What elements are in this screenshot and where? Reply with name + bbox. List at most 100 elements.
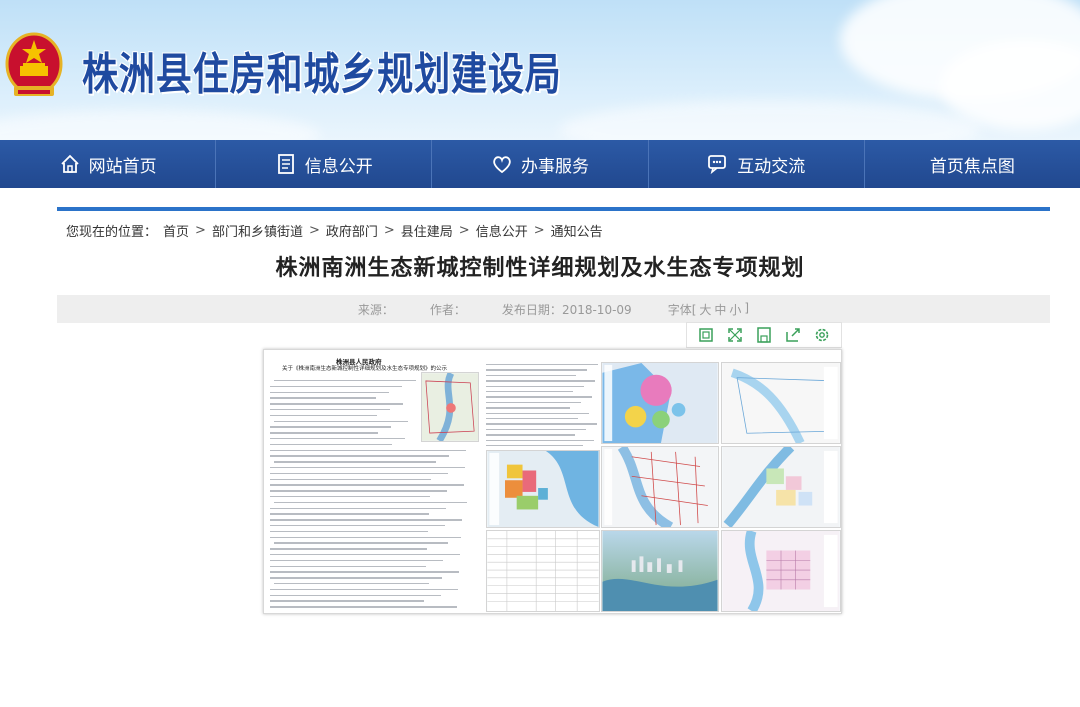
doc-text-line xyxy=(486,434,575,436)
doc-text-line xyxy=(270,588,458,591)
doc-text-line xyxy=(270,414,377,417)
doc-text-line xyxy=(270,432,378,434)
doc-text-line xyxy=(274,380,416,382)
breadcrumb-separator: > xyxy=(458,223,470,238)
nav-label: 互动交流 xyxy=(737,156,806,177)
doc-text-line xyxy=(486,412,589,414)
content-top-rule xyxy=(57,207,1050,211)
land-use-detail-panel xyxy=(486,450,600,528)
image-toolbar xyxy=(686,322,842,348)
nav-label: 首页焦点图 xyxy=(929,156,1015,177)
doc-text-line xyxy=(270,519,462,521)
doc-text-line xyxy=(270,513,429,515)
doc-text-line xyxy=(270,594,441,596)
land-use-map-panel xyxy=(601,362,719,444)
doc-text-line xyxy=(270,391,389,393)
breadcrumb-separator: > xyxy=(308,223,320,238)
save-icon[interactable] xyxy=(755,326,773,344)
doc-text-line xyxy=(270,455,449,457)
font-size-selector: 字体[ 大 中 小 ] xyxy=(668,301,749,318)
doc-text-line xyxy=(486,418,578,420)
font-size-label: 字体[ xyxy=(667,302,697,317)
breadcrumb-link[interactable]: 县住建局 xyxy=(401,221,453,240)
breadcrumb-prefix: 您现在的位置： xyxy=(66,225,158,240)
doc-text-line xyxy=(486,385,584,387)
doc-text-line xyxy=(270,530,428,533)
doc-text-line xyxy=(270,478,431,480)
doc-text-line xyxy=(270,525,445,527)
meta-date-value: 2018-10-09 xyxy=(561,302,632,317)
share-icon[interactable] xyxy=(784,326,802,344)
doc-text-line xyxy=(270,397,376,399)
breadcrumb-link[interactable]: 通知公告 xyxy=(551,221,603,240)
zoning-map-panel xyxy=(721,446,841,528)
doc-text-line xyxy=(270,438,405,440)
doc-text-line xyxy=(274,461,436,463)
district-map-panel xyxy=(721,362,841,444)
location-map-thumbnail xyxy=(421,372,479,442)
doc-text-line xyxy=(486,396,592,398)
doc-text-line xyxy=(274,542,448,544)
nav-item-info[interactable]: 信息公开 xyxy=(216,140,433,188)
home-icon xyxy=(60,154,79,173)
fullscreen-icon[interactable] xyxy=(726,326,744,344)
site-title[interactable]: 株洲县住房和城乡规划建设局 xyxy=(82,38,562,102)
doc-header-line2: 关于《株洲南洲生态新城控制性详细规划及水生态专项规划》的公示 xyxy=(282,366,448,372)
nav-item-home[interactable]: 网站首页 xyxy=(0,140,217,188)
doc-text-line xyxy=(486,401,581,404)
doc-text-line xyxy=(270,409,390,411)
doc-text-line xyxy=(270,385,402,388)
doc-text-line xyxy=(270,467,465,469)
article-meta-bar: 来源： 作者： 发布日期：2018-10-09 字体[ 大 中 小 ] xyxy=(57,295,1050,323)
main-nav: 网站首页 信息公开 办事服务 互动交流 首页焦点图 xyxy=(0,140,1080,188)
breadcrumb-link[interactable]: 首页 xyxy=(163,221,189,240)
meta-author: 作者： xyxy=(429,302,466,317)
cloud-decoration xyxy=(560,100,980,140)
fit-icon[interactable] xyxy=(697,326,715,344)
doc-text-line xyxy=(270,565,426,567)
national-emblem-logo[interactable] xyxy=(4,30,64,102)
font-size-close: ] xyxy=(744,300,750,315)
chat-icon xyxy=(708,155,727,175)
planning-notice-image[interactable]: 株洲县人民政府 关于《株洲南洲生态新城控制性详细规划及水生态专项规划》的公示 xyxy=(263,349,842,614)
heart-icon xyxy=(493,156,511,174)
nav-item-focus[interactable]: 首页焦点图 xyxy=(865,140,1080,188)
doc-text-line xyxy=(270,490,447,492)
doc-text-line xyxy=(274,501,467,504)
breadcrumb: 您现在的位置： 首页 > 部门和乡镇街道 > 政府部门 > 县住建局 > 信息公… xyxy=(66,221,603,240)
land-use-table-thumbnail xyxy=(486,530,600,612)
doc-text-line xyxy=(486,428,586,431)
doc-text-line xyxy=(270,606,457,608)
doc-text-line xyxy=(270,559,443,562)
doc-text-line xyxy=(270,536,461,538)
doc-text-line xyxy=(270,548,427,550)
doc-text-line xyxy=(274,420,408,422)
doc-text-line xyxy=(486,374,576,377)
font-size-medium[interactable]: 中 xyxy=(714,301,726,318)
meta-date-label: 发布日期： xyxy=(501,302,562,317)
nav-item-services[interactable]: 办事服务 xyxy=(432,140,649,188)
doc-text-line xyxy=(486,380,595,382)
breadcrumb-link[interactable]: 信息公开 xyxy=(476,221,528,240)
doc-text-line xyxy=(270,600,424,602)
doc-text-line xyxy=(270,403,403,405)
doc-text-line xyxy=(270,443,392,446)
doc-text-line xyxy=(486,439,594,441)
breadcrumb-link[interactable]: 政府部门 xyxy=(326,221,378,240)
doc-text-line xyxy=(486,445,583,447)
doc-text-line xyxy=(270,577,442,579)
font-size-small[interactable]: 小 xyxy=(729,301,741,318)
meta-date: 发布日期：2018-10-09 xyxy=(502,301,632,318)
aerial-rendering-panel xyxy=(601,530,719,612)
breadcrumb-link[interactable]: 部门和乡镇街道 xyxy=(212,221,303,240)
breadcrumb-separator: > xyxy=(533,223,545,238)
nav-item-interaction[interactable]: 互动交流 xyxy=(649,140,865,188)
article-title: 株洲南洲生态新城控制性详细规划及水生态专项规划 xyxy=(275,256,805,281)
doc-text-line xyxy=(270,449,466,451)
font-size-large[interactable]: 大 xyxy=(699,301,711,318)
doc-text-line xyxy=(270,484,464,486)
breadcrumb-separator: > xyxy=(195,223,206,238)
doc-text-line xyxy=(486,391,573,393)
water-system-map-panel xyxy=(721,530,841,612)
settings-icon[interactable] xyxy=(813,326,831,344)
